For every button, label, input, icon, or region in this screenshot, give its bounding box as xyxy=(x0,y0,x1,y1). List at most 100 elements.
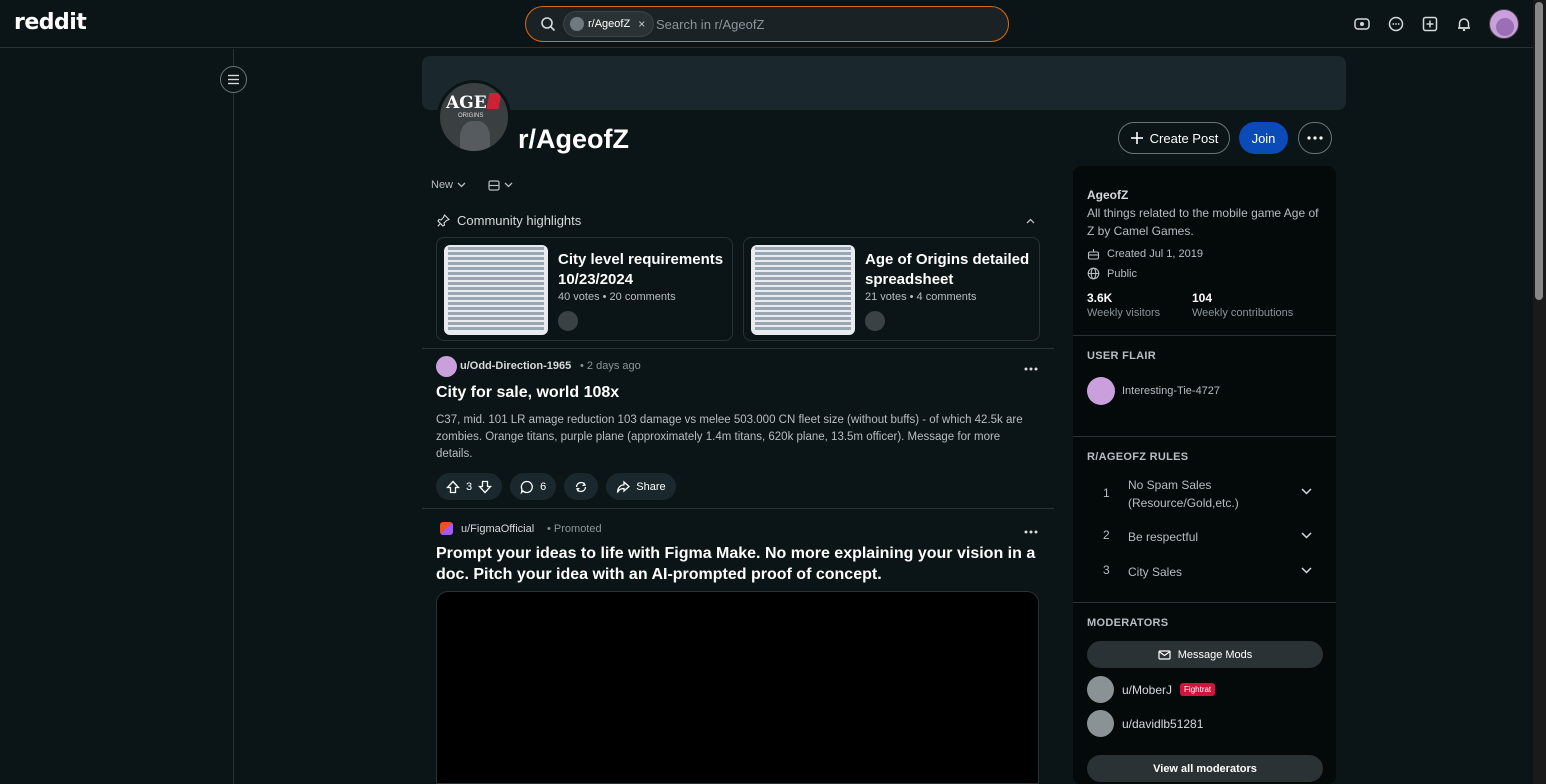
more-horizontal-icon xyxy=(1307,136,1323,140)
globe-icon xyxy=(1087,267,1100,280)
chat-icon[interactable] xyxy=(1379,8,1413,40)
highlight-card[interactable]: City level requirements 10/23/2024 40 vo… xyxy=(436,237,733,341)
chip-avatar xyxy=(570,17,584,31)
chevron-down-icon xyxy=(1301,532,1312,539)
highlight-meta: 21 votes • 4 comments xyxy=(865,291,977,303)
join-button[interactable]: Join xyxy=(1239,122,1288,154)
pin-icon xyxy=(437,214,450,227)
sidebar-divider xyxy=(1073,436,1336,437)
chevron-down-icon xyxy=(504,182,513,188)
crosspost-icon xyxy=(576,481,587,492)
search-icon xyxy=(540,16,556,37)
view-all-moderators-button[interactable]: View all moderators xyxy=(1087,755,1323,782)
subreddit-avatar: AGE ORIGINS xyxy=(437,80,511,154)
moderator-avatar xyxy=(1087,676,1114,703)
highlight-card[interactable]: Age of Origins detailed spreadsheet 21 v… xyxy=(743,237,1040,341)
rule-number: 2 xyxy=(1103,528,1110,542)
sort-label: New xyxy=(431,179,454,191)
message-mods-label: Message Mods xyxy=(1177,648,1253,661)
message-mods-button[interactable]: Message Mods xyxy=(1087,641,1323,668)
ad-media[interactable] xyxy=(436,591,1039,784)
weekly-contributions-label: Weekly contributions xyxy=(1192,307,1294,319)
moderators-heading: MODERATORS xyxy=(1087,617,1169,629)
notifications-icon[interactable] xyxy=(1447,8,1481,40)
feed-divider xyxy=(422,508,1054,509)
crosspost-button[interactable] xyxy=(564,473,599,500)
ad-title[interactable]: Prompt your ideas to life with Figma Mak… xyxy=(436,543,1046,585)
community-description: All things related to the mobile game Ag… xyxy=(1087,206,1319,238)
ad-author[interactable]: u/FigmaOfficial xyxy=(461,523,534,535)
moderator-item[interactable]: u/MoberJ Fightrat xyxy=(1087,676,1216,703)
post-body[interactable]: C37, mid. 101 LR amage reduction 103 dam… xyxy=(436,412,1036,463)
sort-dropdown[interactable]: New xyxy=(431,179,466,191)
highlight-title: City level requirements 10/23/2024 xyxy=(558,251,724,288)
vote-count: 3 xyxy=(466,480,473,493)
highlights-heading: Community highlights xyxy=(457,213,582,228)
cake-icon xyxy=(1087,249,1100,260)
create-post-button[interactable]: Create Post xyxy=(1118,122,1230,154)
flair-username[interactable]: Interesting-Tie-4727 xyxy=(1122,385,1220,397)
comments-button[interactable]: 6 xyxy=(510,473,557,500)
post-author-avatar[interactable] xyxy=(436,356,457,377)
chevron-up-icon xyxy=(1026,218,1035,224)
reddit-logo[interactable]: reddit xyxy=(14,10,87,35)
weekly-visitors-value: 3.6K xyxy=(1087,291,1113,305)
comment-icon xyxy=(520,480,533,494)
ad-more-icon[interactable] xyxy=(1024,521,1038,539)
post-title[interactable]: City for sale, world 108x xyxy=(436,384,619,402)
moderator-avatar xyxy=(1087,710,1114,737)
user-avatar[interactable] xyxy=(1489,9,1519,39)
search-input[interactable] xyxy=(656,14,996,34)
rule-text: No Spam Sales (Resource/Gold,etc.) xyxy=(1128,478,1239,510)
sidebar-divider xyxy=(1073,602,1336,603)
subreddit-search-chip[interactable]: r/AgeofZ × xyxy=(563,11,655,37)
author-avatar xyxy=(865,311,885,331)
upvote-icon[interactable] xyxy=(446,480,460,494)
share-button[interactable]: Share xyxy=(606,473,676,500)
share-label: Share xyxy=(636,480,666,493)
search-bar[interactable]: r/AgeofZ × xyxy=(525,6,1009,42)
moderator-name[interactable]: u/MoberJ xyxy=(1122,683,1172,697)
rule-text: City Sales xyxy=(1128,565,1183,579)
mail-icon xyxy=(1158,649,1171,660)
visibility-label: Public xyxy=(1107,267,1137,280)
feed-divider xyxy=(422,348,1054,349)
chevron-down-icon xyxy=(1301,488,1312,495)
visibility-row: Public xyxy=(1087,267,1137,280)
rule-number: 1 xyxy=(1103,486,1110,500)
author-avatar xyxy=(558,311,578,331)
community-highlights-header[interactable]: Community highlights xyxy=(437,213,1035,228)
weekly-visitors-label: Weekly visitors xyxy=(1087,307,1161,319)
avatar-text-age: AGE xyxy=(446,93,487,113)
moderator-flair-badge: Fightrat xyxy=(1180,683,1216,696)
top-bar: reddit r/AgeofZ × xyxy=(0,0,1533,48)
post-author[interactable]: u/Odd-Direction-1965 xyxy=(460,360,571,372)
view-dropdown[interactable] xyxy=(488,179,513,191)
create-post-icon[interactable] xyxy=(1413,8,1447,40)
avatar-text-origins: ORIGINS xyxy=(458,113,484,119)
scrollbar-thumb[interactable] xyxy=(1535,2,1543,300)
created-date: Created Jul 1, 2019 xyxy=(1107,248,1204,260)
community-sidebar: AgeofZ All things related to the mobile … xyxy=(1073,166,1336,784)
weekly-contributions-value: 104 xyxy=(1192,291,1213,305)
post-more-icon[interactable] xyxy=(1024,358,1038,376)
chip-label: r/AgeofZ xyxy=(588,18,631,30)
expand-nav-menu-icon[interactable] xyxy=(220,66,247,93)
sort-bar: New xyxy=(431,179,513,191)
downvote-icon[interactable] xyxy=(478,480,493,494)
more-options-button[interactable] xyxy=(1298,122,1332,154)
subreddit-banner xyxy=(422,56,1346,110)
figma-logo-icon xyxy=(440,522,453,535)
chip-close-icon[interactable]: × xyxy=(638,17,645,31)
page-scrollbar[interactable] xyxy=(1533,0,1546,784)
moderator-item[interactable]: u/davidlb51281 xyxy=(1087,710,1203,737)
card-view-icon xyxy=(488,179,500,191)
vote-control: 3 xyxy=(436,473,503,500)
moderator-name[interactable]: u/davidlb51281 xyxy=(1122,717,1203,731)
user-flair-heading: USER FLAIR xyxy=(1087,350,1156,362)
sidebar-divider xyxy=(1073,335,1336,336)
spreadsheet-thumbnail xyxy=(444,245,548,335)
create-post-label: Create Post xyxy=(1149,130,1219,146)
advertise-icon[interactable] xyxy=(1345,8,1379,40)
plus-icon xyxy=(1130,132,1143,144)
